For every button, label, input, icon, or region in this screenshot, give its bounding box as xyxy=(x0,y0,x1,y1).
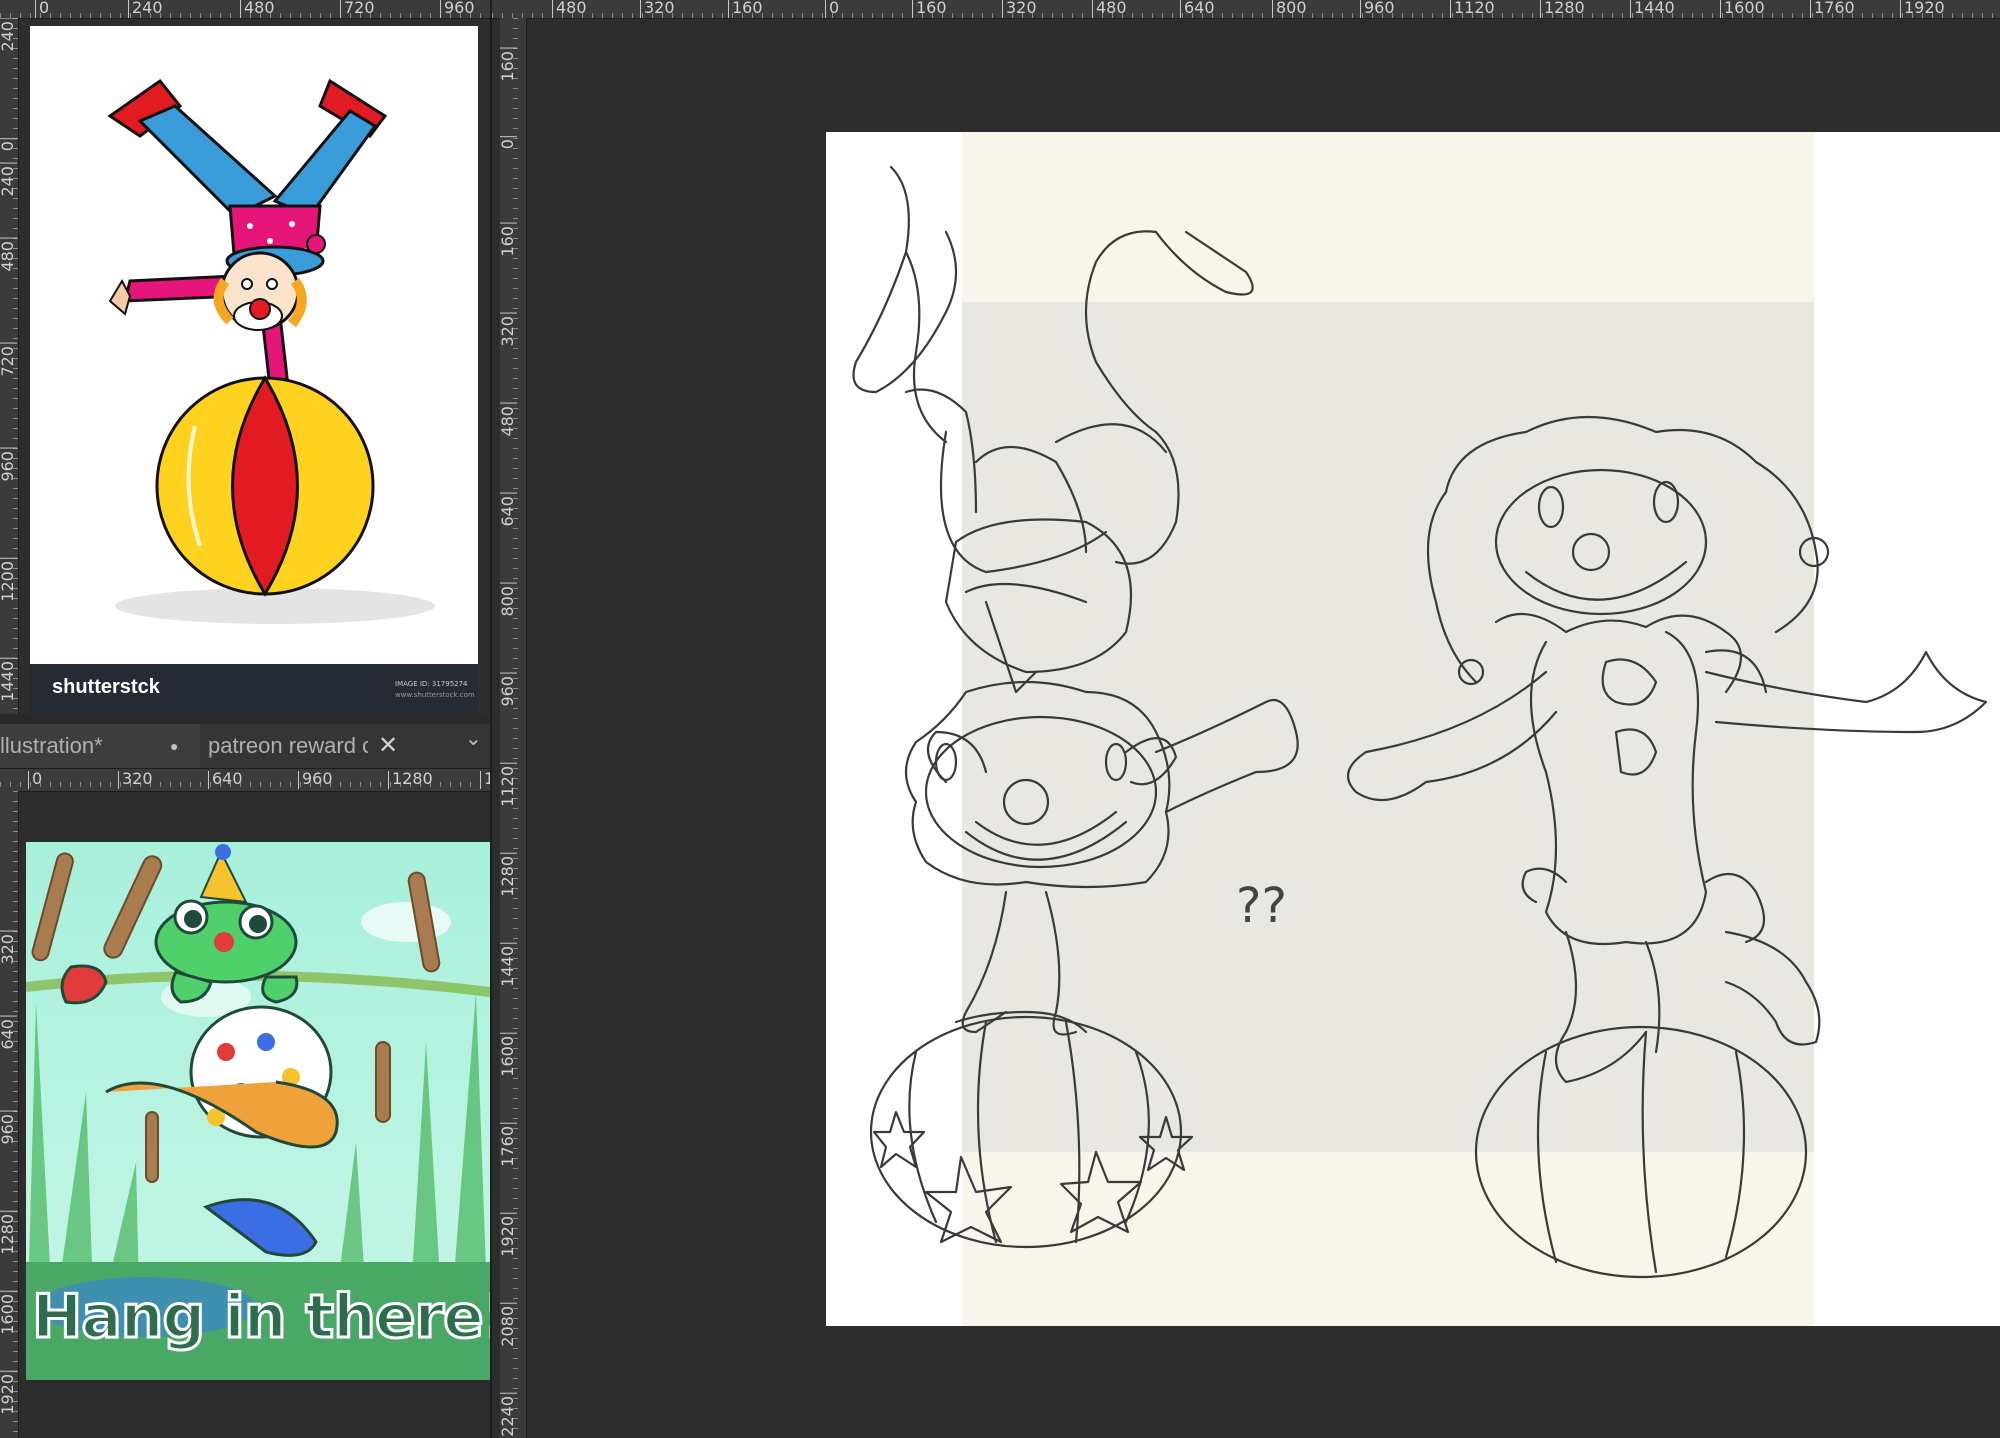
side-ruler-ref2[interactable]: 320 640 960 1280 1600 1920 xyxy=(0,791,19,1438)
top-ruler-left[interactable]: 0 240 480 720 960 xyxy=(0,0,492,19)
stock-brand-text: shutterstck xyxy=(52,676,160,698)
ruler-tick-label: 960 xyxy=(0,448,17,482)
ruler-tick-label: 0 xyxy=(35,0,49,18)
ruler-tick-label: 1120 xyxy=(500,763,517,807)
pencil-sketch: ?? xyxy=(852,165,1988,1279)
ruler-tick-label: 1760 xyxy=(500,1123,517,1167)
top-ruler-main[interactable]: 480 320 160 0 160 320 480 640 800 960 11… xyxy=(492,0,2000,19)
top-ruler-ref2[interactable]: 0 320 640 960 1280 1 xyxy=(0,769,492,792)
ruler-tick-label: 640 xyxy=(0,1016,17,1050)
ruler-tick-label: 640 xyxy=(208,771,243,789)
ruler-tick-label: 720 xyxy=(0,343,17,377)
ruler-tick-label: 480 xyxy=(500,403,517,437)
ruler-tick-label: 240 xyxy=(0,18,17,52)
tab-patreon-label: patreon reward c xyxy=(208,733,368,758)
side-ruler-left[interactable]: 240 0 240 480 720 960 1200 1440 xyxy=(0,18,19,714)
ruler-tick-label: 1440 xyxy=(0,658,17,702)
tab-list-dropdown-icon[interactable]: ⌄ xyxy=(465,724,489,768)
ruler-tick-label: 160 xyxy=(500,48,517,82)
poster-caption: Hang in there! xyxy=(30,1281,490,1354)
ruler-tick-label: 1600 xyxy=(500,1033,517,1077)
ruler-tick-label: 480 xyxy=(552,0,587,18)
ruler-tick-label: 480 xyxy=(240,0,275,18)
ruler-tick-label: 480 xyxy=(1092,0,1127,18)
reference-image-clown[interactable]: shutterstck IMAGE ID: 31795274 www.shutt… xyxy=(30,26,478,714)
ruler-tick-label: 320 xyxy=(0,931,17,965)
ruler-tick-label: 800 xyxy=(1272,0,1307,18)
tab-patreon-reward[interactable]: patreon reward c xyxy=(208,724,368,768)
tab-illustration-label: llustration* xyxy=(0,733,103,758)
ruler-tick-label: 1200 xyxy=(0,558,17,602)
ruler-tick-label: 1920 xyxy=(0,1371,17,1415)
ruler-tick-label: 960 xyxy=(440,0,475,18)
ruler-tick-label: 1440 xyxy=(1630,0,1675,18)
panel-divider[interactable] xyxy=(0,714,492,724)
left-panel-border xyxy=(490,0,492,1438)
ruler-tick-label: 480 xyxy=(0,238,17,272)
ruler-tick-label: 160 xyxy=(728,0,763,18)
stock-site-url: www.shutterstock.com xyxy=(395,691,475,699)
stock-footer: shutterstck IMAGE ID: 31795274 www.shutt… xyxy=(30,664,478,714)
ruler-tick-label: 320 xyxy=(118,771,153,789)
ruler-tick-label: 1920 xyxy=(500,1213,517,1257)
ruler-tick-label: 1760 xyxy=(1810,0,1855,18)
ruler-tick-label: 960 xyxy=(500,673,517,707)
ruler-tick-label: 1280 xyxy=(0,1211,17,1255)
ruler-tick-label: 0 xyxy=(28,771,42,789)
ruler-tick-label: 1280 xyxy=(500,853,517,897)
ruler-tick-label: 320 xyxy=(640,0,675,18)
tab-close-icon[interactable]: ✕ xyxy=(378,724,406,768)
reference-image-frog[interactable]: Hang in there! xyxy=(26,842,490,1380)
side-ruler-main[interactable]: 160 0 160 320 480 640 800 960 1120 1280 … xyxy=(500,18,527,1438)
ruler-tick-label: 640 xyxy=(1180,0,1215,18)
unsaved-indicator: ● xyxy=(170,738,179,754)
ruler-tick-label: 960 xyxy=(0,1111,17,1145)
ruler-tick-label: 0 xyxy=(500,136,517,150)
ruler-tick-label: 1280 xyxy=(388,771,433,789)
ruler-tick-label: 1920 xyxy=(1900,0,1945,18)
drawing-canvas[interactable]: ?? xyxy=(826,132,2000,1326)
ruler-tick-label: 0 xyxy=(0,138,17,152)
ruler-tick-label: 640 xyxy=(500,493,517,527)
ruler-tick-label: 0 xyxy=(825,0,839,18)
ruler-tick-label: 160 xyxy=(500,223,517,257)
ruler-tick-label: 960 xyxy=(1360,0,1395,18)
ruler-tick-label: 320 xyxy=(1002,0,1037,18)
ruler-tick-label: 1600 xyxy=(0,1291,17,1335)
clown-illustration xyxy=(107,78,435,624)
ruler-tick-label: 1600 xyxy=(1720,0,1765,18)
ruler-tick-label: 2080 xyxy=(500,1303,517,1347)
ruler-tick-label: 1120 xyxy=(1450,0,1495,18)
ruler-tick-label: 720 xyxy=(340,0,375,18)
ruler-tick-label: 320 xyxy=(500,313,517,347)
ruler-tick-label: 2240 xyxy=(500,1393,517,1437)
ruler-tick-label: 240 xyxy=(0,163,17,197)
ruler-tick-label: 240 xyxy=(128,0,163,18)
ruler-tick-label: 1440 xyxy=(500,943,517,987)
ruler-tick-label: 1280 xyxy=(1540,0,1585,18)
stock-image-id: IMAGE ID: 31795274 xyxy=(395,680,468,688)
ruler-tick-label: 960 xyxy=(298,771,333,789)
question-marks: ?? xyxy=(1236,878,1287,934)
ruler-tick-label: 800 xyxy=(500,583,517,617)
ruler-tick-label: 160 xyxy=(912,0,947,18)
